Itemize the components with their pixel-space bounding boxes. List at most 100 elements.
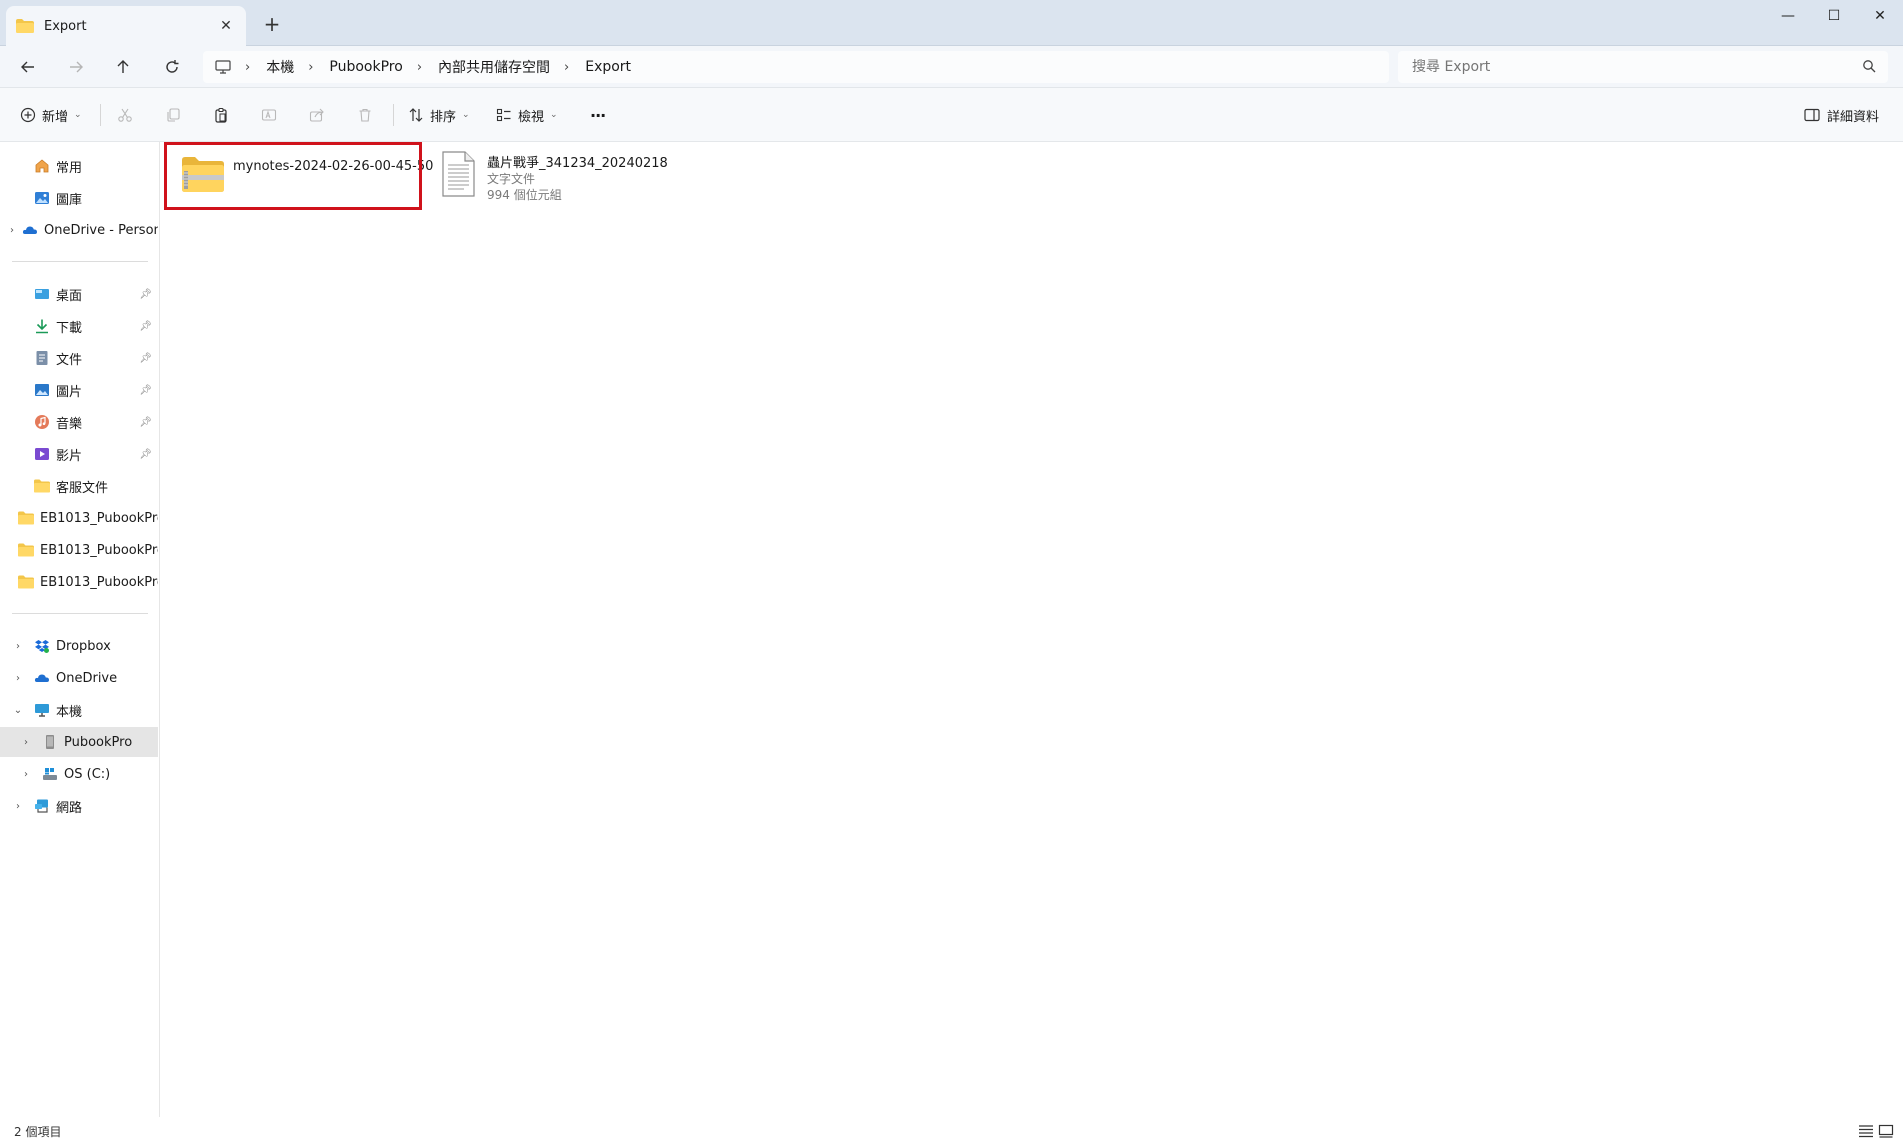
sidebar-item-music[interactable]: 音樂 📌︎	[0, 407, 158, 437]
sidebar-item-home[interactable]: 常用	[0, 151, 158, 181]
back-button[interactable]	[14, 53, 42, 81]
details-pane-button[interactable]: 詳細資料	[1804, 101, 1879, 129]
sidebar-item-videos[interactable]: 影片 📌︎	[0, 439, 158, 469]
arrow-up-icon	[117, 60, 129, 73]
breadcrumb-pubookpro[interactable]: PubookPro	[329, 59, 402, 75]
status-bar: 2 個項目	[0, 1117, 1903, 1145]
chevron-right-icon[interactable]: ›	[10, 225, 14, 236]
more-options-button[interactable]: ···	[590, 101, 606, 129]
details-pane-label: 詳細資料	[1827, 109, 1880, 125]
chevron-down-icon: ⌄	[74, 110, 82, 120]
drive-icon	[43, 768, 57, 780]
sidebar-item-pubookpro[interactable]: › PubookPro	[0, 727, 158, 757]
sidebar-item-gallery[interactable]: 圖庫	[0, 183, 158, 213]
close-tab-icon[interactable]: ✕	[216, 18, 236, 34]
scissors-icon	[118, 108, 132, 122]
breadcrumb-this-pc[interactable]: 本機	[266, 57, 294, 77]
sidebar-item-onedrive[interactable]: › OneDrive	[0, 663, 158, 693]
details-view-icon[interactable]	[1858, 1124, 1874, 1138]
sidebar-item-pictures[interactable]: 圖片 📌︎	[0, 375, 158, 405]
sidebar-item-label: 本機	[56, 704, 83, 720]
download-icon	[36, 319, 48, 334]
delete-button[interactable]	[357, 101, 373, 129]
pin-icon[interactable]: 📌︎	[139, 289, 152, 300]
copy-button[interactable]	[165, 101, 181, 129]
chevron-right-icon[interactable]: ›	[10, 641, 26, 652]
chevron-right-icon[interactable]: ›	[18, 769, 34, 780]
tiles-view-icon[interactable]	[1878, 1124, 1894, 1138]
sidebar-item-desktop[interactable]: 桌面 📌︎	[0, 279, 158, 309]
sidebar-item-eb1013-2[interactable]: EB1013_PubookPro	[0, 535, 158, 565]
text-file-icon	[442, 151, 475, 197]
sidebar-item-label: EB1013_PubookPro	[40, 510, 158, 526]
sidebar-item-network[interactable]: › 網路	[0, 791, 158, 821]
file-item-text[interactable]: 蟲片戰爭_341234_20240218 文字文件 994 個位元組	[440, 151, 668, 203]
maximize-button[interactable]: ☐	[1811, 0, 1857, 32]
sidebar-item-this-pc[interactable]: ⌄ 本機	[0, 695, 158, 725]
address-bar[interactable]: › 本機 › PubookPro › 內部共用儲存空間 › Export	[203, 51, 1389, 83]
sidebar-item-downloads[interactable]: 下載 📌︎	[0, 311, 158, 341]
new-tab-button[interactable]: +	[262, 12, 282, 36]
up-button[interactable]	[109, 53, 137, 81]
copy-icon	[167, 108, 180, 122]
chevron-right-icon[interactable]: ›	[10, 673, 26, 684]
file-type: 文字文件	[487, 172, 536, 186]
sidebar-item-service-docs[interactable]: 客服文件	[0, 471, 158, 501]
sidebar-item-label: 客服文件	[56, 480, 109, 496]
toolbar-divider	[393, 104, 394, 126]
view-button[interactable]: 檢視 ⌄	[496, 101, 558, 129]
sidebar-item-label: 常用	[56, 160, 83, 176]
gallery-icon	[35, 192, 49, 204]
monitor-icon	[215, 60, 231, 74]
rename-button[interactable]	[261, 101, 277, 129]
sort-button[interactable]: 排序 ⌄	[408, 101, 470, 129]
breadcrumb-internal-storage[interactable]: 內部共用儲存空間	[438, 57, 550, 77]
paste-button[interactable]	[213, 101, 229, 129]
breadcrumb-separator: ›	[564, 59, 570, 75]
cloud-icon	[22, 226, 37, 234]
sidebar-item-eb1013-1[interactable]: EB1013_PubookPro	[0, 503, 158, 533]
computer-icon	[35, 704, 49, 717]
pin-icon[interactable]: 📌︎	[139, 449, 152, 460]
chevron-down-icon[interactable]: ⌄	[10, 705, 26, 716]
file-list: mynotes-2024-02-26-00-45-50 蟲片戰爭_341234_…	[161, 142, 1903, 1117]
pictures-icon	[35, 384, 49, 396]
sidebar-item-dropbox[interactable]: › Dropbox	[0, 631, 158, 661]
pin-icon[interactable]: 📌︎	[139, 385, 152, 396]
chevron-right-icon[interactable]: ›	[10, 801, 26, 812]
device-icon	[46, 735, 54, 749]
refresh-button[interactable]	[158, 53, 186, 81]
sidebar-item-os-c[interactable]: › OS (C:)	[0, 759, 158, 789]
folder-icon	[18, 543, 34, 557]
sidebar-item-label: OS (C:)	[64, 766, 111, 782]
arrow-left-icon	[21, 61, 34, 73]
command-bar: 新增 ⌄ 排序 ⌄ 檢視 ⌄ ··· 詳細資料	[0, 88, 1903, 142]
new-button[interactable]: 新增 ⌄	[20, 101, 82, 129]
sidebar-item-label: EB1013_PubookPro	[40, 542, 158, 558]
tab-export[interactable]: Export ✕	[6, 6, 246, 46]
title-bar: Export ✕ + — ☐ ✕	[0, 0, 1903, 46]
chevron-down-icon: ⌄	[550, 110, 558, 120]
chevron-down-icon: ⌄	[462, 110, 470, 120]
pin-icon[interactable]: 📌︎	[139, 321, 152, 332]
toolbar-divider	[100, 104, 101, 126]
close-window-button[interactable]: ✕	[1857, 0, 1903, 32]
rename-icon	[261, 109, 277, 121]
breadcrumb-separator: ›	[245, 59, 251, 75]
pin-icon[interactable]: 📌︎	[139, 353, 152, 364]
minimize-button[interactable]: —	[1765, 0, 1811, 32]
share-button[interactable]	[309, 101, 325, 129]
cut-button[interactable]	[117, 101, 133, 129]
forward-button[interactable]	[62, 53, 90, 81]
item-count: 2 個項目	[14, 1124, 62, 1139]
sort-button-label: 排序	[430, 109, 457, 125]
sidebar-item-documents[interactable]: 文件 📌︎	[0, 343, 158, 373]
breadcrumb-export[interactable]: Export	[585, 59, 631, 75]
search-input[interactable]	[1412, 59, 1832, 75]
pin-icon[interactable]: 📌︎	[139, 417, 152, 428]
address-row: › 本機 › PubookPro › 內部共用儲存空間 › Export	[0, 46, 1903, 88]
sidebar-item-onedrive-personal[interactable]: › OneDrive - Personal	[0, 215, 158, 245]
sidebar-item-eb1013-3[interactable]: EB1013_PubookPro	[0, 567, 158, 597]
chevron-right-icon[interactable]: ›	[18, 737, 34, 748]
folder-icon	[16, 19, 34, 33]
